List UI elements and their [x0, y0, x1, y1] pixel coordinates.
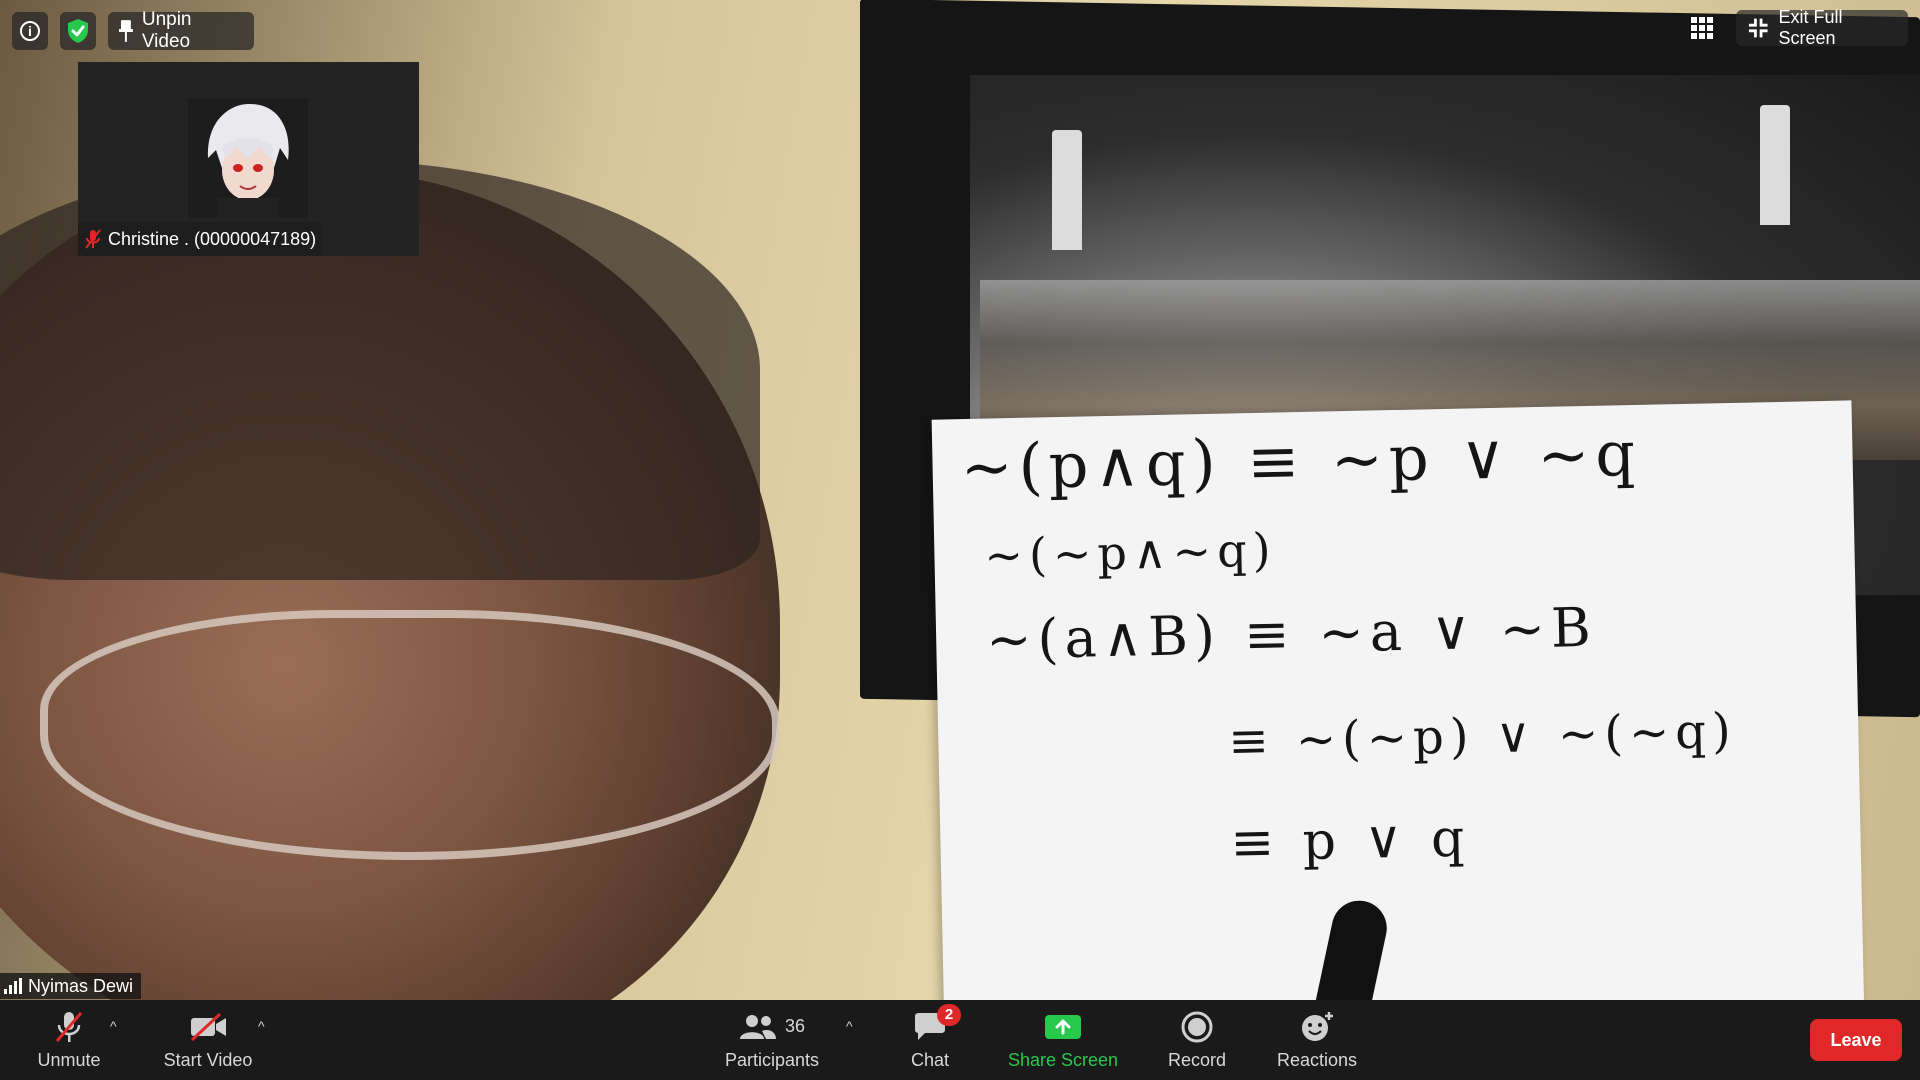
info-icon: i — [20, 21, 40, 41]
shield-check-icon — [68, 19, 88, 43]
meeting-toolbar: Unmute ^ Start Video ^ 36 Participants ^ — [0, 1000, 1920, 1080]
exit-full-screen-label: Exit Full Screen — [1778, 7, 1843, 48]
record-icon — [1181, 1011, 1213, 1042]
pinned-participant-tile[interactable]: Christine . (00000047189) — [78, 62, 419, 256]
share-screen-icon — [1045, 1014, 1081, 1039]
exit-fullscreen-icon — [1748, 18, 1768, 38]
active-speaker-label: Nyimas Dewi — [0, 973, 142, 999]
participant-name-label: Christine . (00000047189) — [78, 222, 323, 256]
reactions-button[interactable]: Reactions — [1272, 1000, 1362, 1080]
video-options-caret-icon[interactable]: ^ — [258, 1018, 265, 1034]
speaker-glasses — [40, 610, 780, 860]
security-status-button[interactable] — [60, 12, 96, 50]
chat-label: Chat — [910, 1049, 950, 1070]
reactions-icon — [1302, 1011, 1333, 1041]
start-video-button[interactable]: Start Video — [158, 1000, 258, 1080]
participants-options-caret-icon[interactable]: ^ — [846, 1018, 853, 1034]
participants-label: Participants — [724, 1049, 820, 1070]
share-screen-button[interactable]: Share Screen — [1004, 1000, 1122, 1080]
participant-name: Christine . (00000047189) — [108, 228, 317, 249]
reactions-label: Reactions — [1276, 1049, 1358, 1070]
meeting-info-button[interactable]: i — [12, 12, 48, 50]
minaret-left — [1052, 130, 1082, 250]
muted-microphone-icon — [55, 1011, 83, 1042]
view-grid-button[interactable] — [1680, 10, 1724, 46]
unmute-label: Unmute — [37, 1049, 101, 1070]
math-line-1: ~(p∧q) ≡ ~p ∨ ~q — [959, 416, 1642, 505]
active-speaker-name: Nyimas Dewi — [28, 975, 134, 996]
exit-full-screen-button[interactable]: Exit Full Screen — [1736, 7, 1908, 48]
participants-count: 36 — [784, 1016, 806, 1036]
video-off-icon — [190, 1012, 226, 1041]
math-line-5: ≡ p ∨ q — [1229, 808, 1471, 874]
math-line-4: ≡ ~(~p) ∨ ~(~q) — [1227, 702, 1738, 770]
record-button[interactable]: Record — [1160, 1000, 1234, 1080]
participants-button[interactable]: 36 Participants — [720, 1000, 824, 1080]
math-line-3: ~(a∧B) ≡ ~a ∨ ~B — [985, 595, 1598, 672]
audio-options-caret-icon[interactable]: ^ — [110, 1018, 117, 1034]
chat-unread-badge: 2 — [937, 1003, 961, 1026]
unpin-video-button[interactable]: Unpin Video — [108, 9, 254, 52]
participants-icon — [739, 1014, 776, 1039]
start-video-label: Start Video — [163, 1049, 253, 1070]
signal-strength-icon — [4, 978, 22, 994]
whiteboard-paper: ~(p∧q) ≡ ~p ∨ ~q ~(~p∧~q) ~(a∧B) ≡ ~a ∨ … — [931, 400, 1865, 1000]
leave-meeting-button[interactable]: Leave — [1810, 1019, 1902, 1061]
chat-button[interactable]: 2 Chat — [900, 1000, 961, 1080]
muted-mic-icon — [85, 229, 101, 249]
record-label: Record — [1167, 1049, 1227, 1070]
unmute-button[interactable]: Unmute — [30, 1000, 108, 1080]
pin-icon — [118, 20, 133, 42]
share-screen-label: Share Screen — [1007, 1049, 1119, 1070]
participant-avatar — [188, 98, 308, 218]
grid-icon — [1691, 17, 1713, 39]
unpin-video-label: Unpin Video — [141, 9, 192, 52]
minaret-right — [1760, 105, 1790, 225]
math-line-2: ~(~p∧~q) — [983, 522, 1278, 583]
